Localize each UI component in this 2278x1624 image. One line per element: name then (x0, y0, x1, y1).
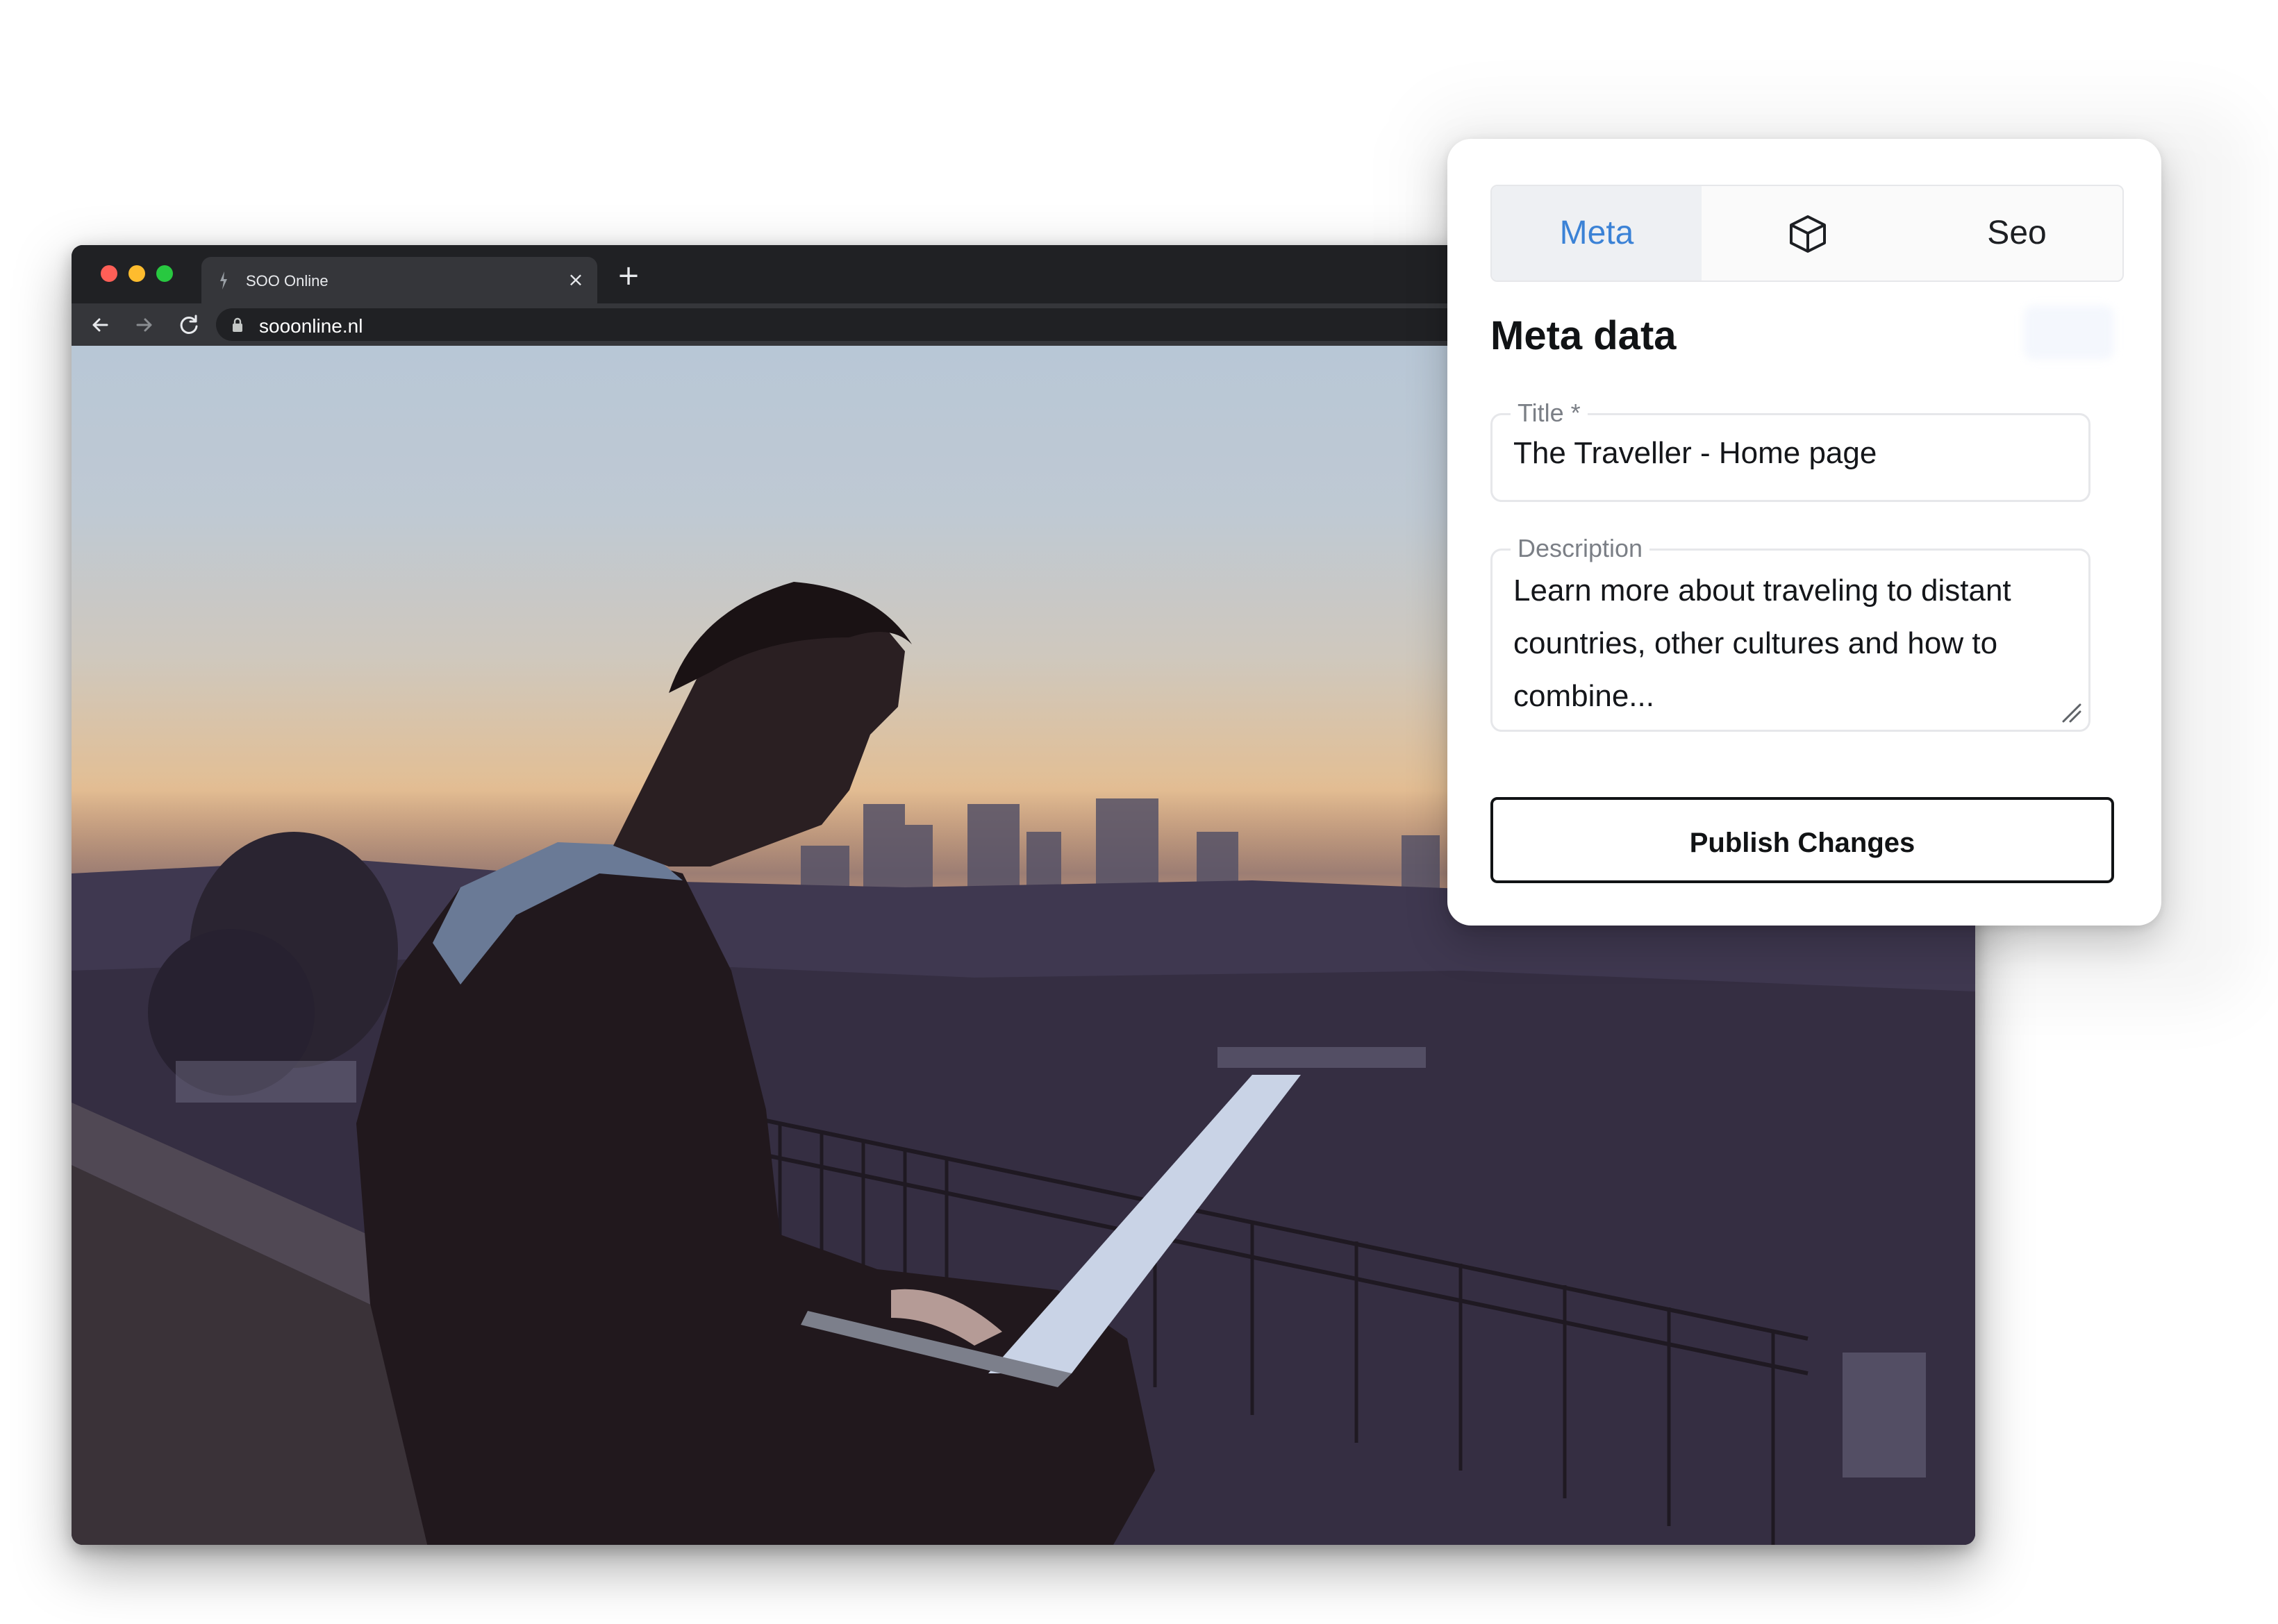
tab-title: SOO Online (246, 272, 329, 290)
tab-close-icon[interactable]: × (564, 268, 588, 292)
maximize-window-button[interactable] (156, 265, 173, 282)
url-text: sooonline.nl (259, 315, 363, 337)
description-field-value[interactable]: Learn more about traveling to distant co… (1513, 564, 2068, 723)
new-tab-button[interactable]: + (613, 260, 644, 291)
resize-handle-icon[interactable] (2059, 701, 2081, 723)
faded-action-button (2024, 305, 2114, 360)
close-window-button[interactable] (101, 265, 117, 282)
back-arrow-icon[interactable] (87, 312, 113, 338)
lock-icon (233, 317, 242, 332)
tab-seo[interactable]: Seo (1911, 186, 2122, 281)
browser-tab[interactable]: SOO Online × (201, 257, 597, 303)
title-field-label: Title * (1511, 399, 1588, 428)
title-field[interactable]: Title * The Traveller - Home page (1490, 399, 2090, 502)
panel-tabs: Meta Seo (1490, 185, 2124, 282)
description-field[interactable]: Description Learn more about traveling t… (1490, 534, 2090, 732)
meta-editor-panel: Meta Seo Meta data Title * The Traveller… (1447, 139, 2161, 926)
title-field-value[interactable]: The Traveller - Home page (1513, 436, 2068, 471)
favicon-icon (220, 271, 227, 290)
minimize-window-button[interactable] (128, 265, 145, 282)
tab-blocks[interactable] (1702, 186, 1911, 281)
reload-icon[interactable] (176, 312, 202, 338)
publish-changes-button[interactable]: Publish Changes (1490, 797, 2114, 883)
description-field-label: Description (1511, 534, 1650, 563)
forward-arrow-icon[interactable] (131, 312, 158, 338)
panel-heading: Meta data (1490, 313, 1677, 358)
cube-icon (1790, 215, 1826, 253)
tab-meta[interactable]: Meta (1492, 186, 1702, 281)
